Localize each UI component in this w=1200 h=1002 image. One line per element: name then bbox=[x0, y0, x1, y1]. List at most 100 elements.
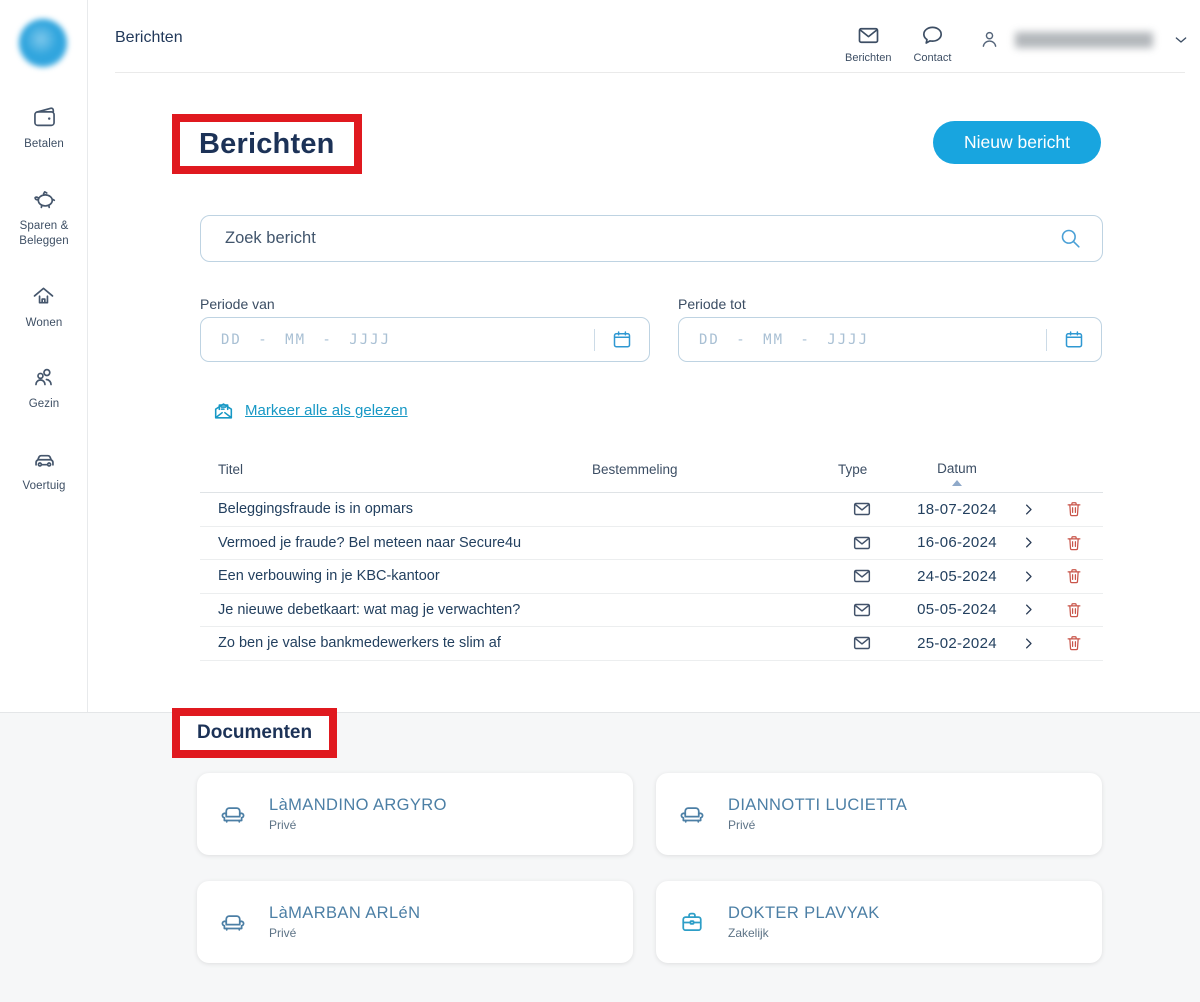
sidebar-item-voertuig[interactable]: Voertuig bbox=[23, 446, 66, 495]
envelope-icon bbox=[822, 532, 902, 554]
table-header-row: Titel Bestemmeling Type Datum bbox=[200, 447, 1103, 493]
couch-icon bbox=[219, 908, 247, 936]
messages-table: Titel Bestemmeling Type Datum Beleggings… bbox=[200, 447, 1103, 661]
document-name: DIANNOTTI LUCIETTA bbox=[728, 796, 907, 815]
couch-icon bbox=[678, 800, 706, 828]
sidebar-item-label: Gezin bbox=[29, 397, 60, 413]
period-to-field bbox=[678, 317, 1102, 362]
document-name: LàMARBAN ARLéN bbox=[269, 904, 420, 923]
chat-bubble-icon bbox=[919, 22, 946, 49]
briefcase-icon bbox=[678, 908, 706, 936]
document-card[interactable]: LàMANDINO ARGYRO Privé bbox=[197, 773, 633, 855]
message-date: 18-07-2024 bbox=[902, 501, 1012, 518]
documents-title: Documenten bbox=[197, 721, 312, 745]
sidebar-item-betalen[interactable]: Betalen bbox=[24, 104, 64, 153]
message-title: Je nieuwe debetkaart: wat mag je verwach… bbox=[200, 602, 592, 618]
document-card[interactable]: DIANNOTTI LUCIETTA Privé bbox=[656, 773, 1102, 855]
delete-message-button[interactable] bbox=[1044, 600, 1103, 620]
message-date: 25-02-2024 bbox=[902, 635, 1012, 652]
chevron-right-icon[interactable] bbox=[1012, 602, 1044, 617]
period-to-input[interactable] bbox=[679, 332, 1046, 348]
message-date: 16-06-2024 bbox=[902, 534, 1012, 551]
search-icon[interactable] bbox=[1057, 225, 1084, 252]
envelope-icon bbox=[855, 22, 882, 49]
envelope-icon bbox=[822, 565, 902, 587]
calendar-icon[interactable] bbox=[1062, 328, 1086, 352]
kbc-logo bbox=[19, 19, 67, 67]
column-header-type: Type bbox=[822, 462, 902, 477]
search-input[interactable] bbox=[201, 229, 1057, 248]
document-card[interactable]: DOKTER PLAVYAK Zakelijk bbox=[656, 881, 1102, 963]
mark-all-read-link[interactable]: Markeer alle als gelezen bbox=[211, 398, 408, 423]
car-icon bbox=[31, 446, 58, 473]
chevron-right-icon[interactable] bbox=[1012, 502, 1044, 517]
chevron-right-icon[interactable] bbox=[1012, 569, 1044, 584]
document-category: Privé bbox=[269, 818, 447, 832]
couch-icon bbox=[219, 800, 247, 828]
sidebar: Betalen Sparen & Beleggen bbox=[0, 0, 88, 712]
period-to-label: Periode tot bbox=[678, 296, 746, 312]
family-icon bbox=[30, 364, 57, 391]
message-row[interactable]: Je nieuwe debetkaart: wat mag je verwach… bbox=[200, 594, 1103, 628]
delete-message-button[interactable] bbox=[1044, 566, 1103, 586]
message-row[interactable]: Zo ben je valse bankmedewerkers te slim … bbox=[200, 627, 1103, 661]
sidebar-item-label: Betalen bbox=[24, 137, 64, 153]
period-from-input[interactable] bbox=[201, 332, 594, 348]
document-category: Zakelijk bbox=[728, 926, 880, 940]
sidebar-item-sparen-beleggen[interactable]: Sparen & Beleggen bbox=[19, 186, 68, 250]
sidebar-item-label: Sparen & Beleggen bbox=[19, 219, 68, 250]
envelope-icon bbox=[822, 632, 902, 654]
user-icon bbox=[978, 28, 1001, 51]
chevron-right-icon[interactable] bbox=[1012, 535, 1044, 550]
column-header-datum-label: Datum bbox=[937, 461, 977, 476]
top-nav: Berichten Contact bbox=[845, 22, 951, 64]
search-box bbox=[200, 215, 1103, 262]
chevron-right-icon[interactable] bbox=[1012, 636, 1044, 651]
profile-name-redacted bbox=[1015, 32, 1153, 48]
new-message-button[interactable]: Nieuw bericht bbox=[933, 121, 1101, 164]
top-nav-contact[interactable]: Contact bbox=[913, 22, 951, 64]
document-card[interactable]: LàMARBAN ARLéN Privé bbox=[197, 881, 633, 963]
period-from-field bbox=[200, 317, 650, 362]
sidebar-item-label: Wonen bbox=[26, 316, 63, 332]
message-row[interactable]: Vermoed je fraude? Bel meteen naar Secur… bbox=[200, 527, 1103, 561]
field-divider bbox=[594, 329, 595, 351]
message-title: Beleggingsfraude is in opmars bbox=[200, 501, 592, 517]
field-divider bbox=[1046, 329, 1047, 351]
delete-message-button[interactable] bbox=[1044, 533, 1103, 553]
document-cards: LàMANDINO ARGYRO Privé DIANNOTTI LUCIETT… bbox=[197, 773, 1102, 963]
breadcrumb-page-title: Berichten bbox=[115, 29, 183, 47]
column-header-bestemmeling: Bestemmeling bbox=[592, 462, 822, 477]
sidebar-item-label: Voertuig bbox=[23, 479, 66, 495]
document-name: LàMANDINO ARGYRO bbox=[269, 796, 447, 815]
annotation-box-berichten: Berichten bbox=[172, 114, 362, 174]
top-nav-berichten[interactable]: Berichten bbox=[845, 22, 891, 64]
open-envelope-icon bbox=[211, 398, 236, 423]
envelope-icon bbox=[822, 498, 902, 520]
sort-ascending-icon bbox=[952, 480, 962, 486]
message-row[interactable]: Een verbouwing in je KBC-kantoor 24-05-2… bbox=[200, 560, 1103, 594]
document-category: Privé bbox=[728, 818, 907, 832]
annotation-box-documenten: Documenten bbox=[172, 708, 337, 758]
top-nav-label: Berichten bbox=[845, 52, 891, 64]
message-row[interactable]: Beleggingsfraude is in opmars 18-07-2024 bbox=[200, 493, 1103, 527]
column-header-datum[interactable]: Datum bbox=[902, 453, 1012, 486]
piggy-bank-icon bbox=[31, 186, 58, 213]
sidebar-item-wonen[interactable]: Wonen bbox=[26, 283, 63, 332]
delete-message-button[interactable] bbox=[1044, 499, 1103, 519]
profile-menu[interactable] bbox=[978, 28, 1189, 51]
wallet-icon bbox=[31, 104, 58, 131]
message-title: Zo ben je valse bankmedewerkers te slim … bbox=[200, 635, 592, 651]
column-header-titel: Titel bbox=[200, 462, 592, 477]
sidebar-nav: Betalen Sparen & Beleggen bbox=[0, 104, 88, 494]
sidebar-item-gezin[interactable]: Gezin bbox=[29, 364, 60, 413]
chevron-down-icon bbox=[1173, 32, 1189, 48]
message-title: Een verbouwing in je KBC-kantoor bbox=[200, 568, 592, 584]
calendar-icon[interactable] bbox=[610, 328, 634, 352]
document-category: Privé bbox=[269, 926, 420, 940]
period-from-label: Periode van bbox=[200, 296, 275, 312]
document-name: DOKTER PLAVYAK bbox=[728, 904, 880, 923]
message-date: 24-05-2024 bbox=[902, 568, 1012, 585]
delete-message-button[interactable] bbox=[1044, 633, 1103, 653]
message-date: 05-05-2024 bbox=[902, 601, 1012, 618]
